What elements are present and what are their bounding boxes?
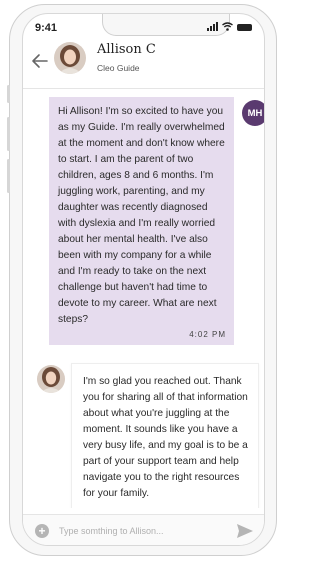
back-arrow-icon[interactable] (29, 50, 51, 72)
phone-screen: 9:41 Allison C Cleo Guide Hi Allison! I'… (22, 13, 265, 546)
guide-avatar[interactable] (54, 42, 86, 74)
volume-down-button (7, 159, 10, 193)
status-icons (207, 22, 252, 31)
mute-switch (7, 85, 10, 103)
contact-name: Allison C (97, 42, 156, 57)
wifi-icon (222, 22, 233, 31)
message-list[interactable]: Hi Allison! I'm so excited to have you a… (23, 90, 264, 508)
guide-message-avatar (37, 365, 65, 393)
message-time: 4:02 PM (189, 330, 226, 339)
volume-up-button (7, 117, 10, 151)
chat-header: Allison C Cleo Guide (23, 38, 264, 89)
send-icon[interactable] (236, 523, 254, 539)
status-time: 9:41 (35, 22, 58, 34)
message-text: Hi Allison! I'm so excited to have you a… (58, 106, 225, 325)
message-composer: + (23, 514, 264, 545)
guide-message-bubble: I'm so glad you reached out. Thank you f… (71, 363, 259, 508)
add-attachment-button[interactable]: + (35, 524, 49, 538)
battery-icon (237, 24, 252, 31)
user-avatar-badge: MH (242, 100, 264, 126)
message-input[interactable] (59, 521, 229, 541)
user-message-bubble: Hi Allison! I'm so excited to have you a… (49, 97, 234, 345)
message-text: I'm so glad you reached out. Thank you f… (83, 376, 248, 499)
signal-icon (207, 22, 218, 31)
contact-role: Cleo Guide (97, 63, 140, 73)
